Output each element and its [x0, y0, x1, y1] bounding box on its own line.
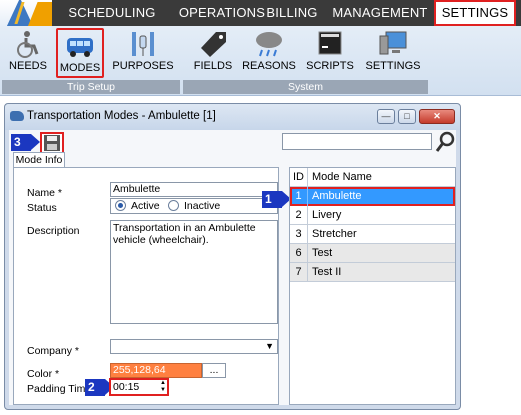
padding-time-label: Padding Tim: [27, 383, 86, 395]
ribbon-group-system: FIELDS REASONS SCRIPTS SETTINGS System: [183, 26, 428, 94]
id-column-header[interactable]: ID: [290, 168, 308, 187]
monitor-icon: [378, 30, 408, 58]
row-mode-name: Stretcher: [312, 228, 357, 240]
ribbon-group-label: System: [183, 80, 428, 94]
bus-icon: [65, 32, 95, 60]
needs-button[interactable]: NEEDS: [4, 28, 52, 78]
ribbon-group-trip-setup: NEEDS MODES PURPOSES Trip Setup: [2, 26, 180, 94]
window-titlebar[interactable]: Transportation Modes - Ambulette [1] — □…: [5, 104, 460, 130]
status-active-label: Active: [131, 200, 160, 212]
row-id: 2: [290, 206, 308, 225]
close-button[interactable]: ✕: [419, 109, 455, 124]
row-id: 6: [290, 244, 308, 263]
callout-3: 3: [11, 134, 40, 151]
modes-label: MODES: [59, 62, 101, 74]
color-label: Color *: [27, 368, 60, 380]
scripts-button[interactable]: SCRIPTS: [305, 28, 355, 78]
name-field[interactable]: Ambulette: [110, 182, 278, 197]
tab-billing[interactable]: BILLING: [262, 0, 322, 26]
window-content: 3 Mode Info Name * Ambulette Status Acti…: [9, 130, 456, 405]
chevron-down-icon[interactable]: ▼: [265, 340, 274, 353]
tab-management[interactable]: MANAGEMENT: [330, 0, 430, 26]
row-id: 1: [290, 187, 308, 206]
padding-time-stepper[interactable]: 00:15 ▲ ▼: [109, 378, 169, 396]
fields-label: FIELDS: [193, 60, 233, 72]
minimize-button[interactable]: —: [377, 109, 395, 124]
stepper-arrows-icon[interactable]: ▲ ▼: [160, 380, 166, 394]
reasons-label: REASONS: [242, 60, 296, 72]
modes-button[interactable]: MODES: [56, 28, 104, 78]
mode-info-panel: Name * Ambulette Status Active Inactive …: [13, 167, 279, 405]
table-row[interactable]: 6 Test: [290, 244, 455, 263]
status-label: Status: [27, 202, 57, 214]
fields-button[interactable]: FIELDS: [189, 28, 237, 78]
maximize-button[interactable]: □: [398, 109, 416, 124]
description-label: Description: [27, 225, 80, 237]
console-icon: [315, 30, 345, 58]
save-button[interactable]: [40, 132, 64, 154]
needs-label: NEEDS: [9, 60, 47, 72]
table-row[interactable]: 2 Livery: [290, 206, 455, 225]
transportation-modes-window: Transportation Modes - Ambulette [1] — □…: [4, 103, 461, 410]
search-icon[interactable]: [435, 131, 457, 153]
tab-settings[interactable]: SETTINGS: [434, 0, 516, 26]
tab-operations[interactable]: OPERATIONS: [167, 0, 277, 26]
car-icon: [10, 111, 24, 121]
name-label: Name *: [27, 187, 63, 199]
settings-button[interactable]: SETTINGS: [363, 28, 423, 78]
table-row[interactable]: 3 Stretcher: [290, 225, 455, 244]
reasons-button[interactable]: REASONS: [241, 28, 297, 78]
floppy-icon: [44, 135, 60, 151]
tag-icon: [198, 30, 228, 58]
row-mode-name: Ambulette: [312, 190, 362, 202]
table-row[interactable]: 7 Test II: [290, 263, 455, 282]
scripts-label: SCRIPTS: [306, 60, 354, 72]
tab-scheduling[interactable]: SCHEDULING: [57, 0, 167, 26]
company-label: Company *: [27, 345, 79, 357]
settings-label: SETTINGS: [365, 60, 421, 72]
color-field[interactable]: 255,128,64: [110, 363, 202, 378]
padding-time-value: 00:15: [113, 381, 140, 393]
row-mode-name: Test II: [312, 266, 342, 278]
purposes-label: PURPOSES: [112, 60, 174, 72]
tab-mode-info[interactable]: Mode Info: [13, 152, 65, 168]
row-id: 3: [290, 225, 308, 244]
company-select[interactable]: ▼: [110, 339, 278, 354]
status-inactive-radio[interactable]: [168, 200, 179, 211]
wheelchair-icon: [13, 30, 43, 58]
search-input[interactable]: [282, 133, 432, 150]
window-title: Transportation Modes - Ambulette [1]: [27, 110, 216, 122]
modes-grid: ID Mode Name 1 Ambulette 2 Livery 3 Stre…: [289, 167, 456, 405]
mode-name-column-header[interactable]: Mode Name: [312, 168, 372, 187]
color-browse-button[interactable]: ...: [202, 363, 226, 378]
table-row[interactable]: 1 Ambulette: [290, 187, 455, 206]
callout-2: 2: [85, 379, 114, 396]
ribbon: NEEDS MODES PURPOSES Trip Setup FIELDS R…: [0, 26, 521, 96]
purposes-button[interactable]: PURPOSES: [110, 28, 176, 78]
app-logo: [0, 0, 52, 26]
status-inactive-label: Inactive: [184, 200, 221, 212]
top-nav: SCHEDULING OPERATIONS BILLING MANAGEMENT…: [0, 0, 521, 26]
status-group: Active Inactive: [110, 198, 278, 214]
row-mode-name: Test: [312, 247, 333, 259]
iv-drip-icon: [128, 30, 158, 58]
ribbon-group-label: Trip Setup: [2, 80, 180, 94]
storm-cloud-icon: [254, 30, 284, 58]
row-mode-name: Livery: [312, 209, 342, 221]
row-id: 7: [290, 263, 308, 282]
description-field[interactable]: Transportation in an Ambulette vehicle (…: [110, 220, 278, 324]
status-active-radio[interactable]: [115, 200, 126, 211]
grid-header: ID Mode Name: [290, 168, 455, 187]
callout-1: 1: [262, 191, 291, 208]
